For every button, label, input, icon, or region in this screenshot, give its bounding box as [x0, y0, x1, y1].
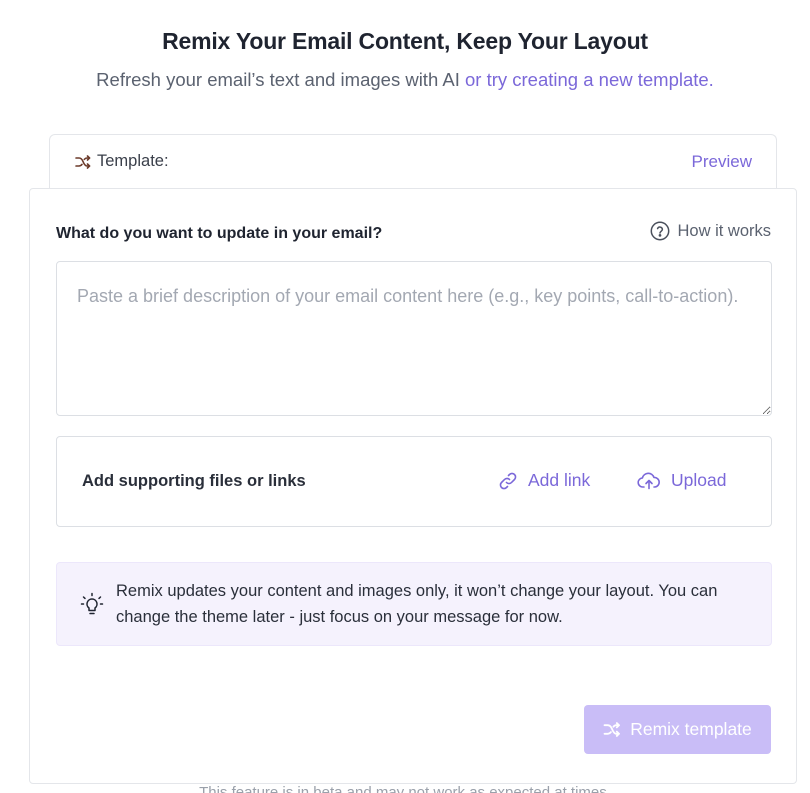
- supporting-files-label: Add supporting files or links: [82, 472, 306, 490]
- info-notice: Remix updates your content and images on…: [56, 562, 772, 646]
- add-link-button[interactable]: Add link: [498, 470, 590, 491]
- info-text: Remix updates your content and images on…: [116, 582, 718, 626]
- remix-template-button[interactable]: Remix template: [584, 705, 771, 754]
- lightbulb-icon: [80, 592, 104, 618]
- footer-note: This feature is in beta and may not work…: [0, 786, 810, 793]
- content-question-label: What do you want to update in your email…: [56, 225, 383, 242]
- page-header: Remix Your Email Content, Keep Your Layo…: [0, 28, 810, 91]
- template-bar: Template: Preview: [49, 134, 777, 190]
- upload-label: Upload: [671, 470, 727, 490]
- remix-template-label: Remix template: [630, 719, 752, 739]
- new-template-link[interactable]: or try creating a new template.: [465, 69, 714, 90]
- link-icon: [498, 471, 518, 491]
- subtitle-text: Refresh your email’s text and images wit…: [96, 69, 465, 90]
- page-subtitle: Refresh your email’s text and images wit…: [0, 69, 810, 91]
- how-it-works-label: How it works: [677, 221, 771, 240]
- cloud-upload-icon: [637, 471, 661, 491]
- help-circle-icon: [650, 221, 670, 241]
- template-label: Template:: [97, 152, 169, 170]
- preview-link[interactable]: Preview: [692, 152, 752, 172]
- how-it-works-link[interactable]: How it works: [650, 221, 771, 241]
- page-title: Remix Your Email Content, Keep Your Layo…: [162, 28, 648, 54]
- upload-button[interactable]: Upload: [637, 470, 726, 491]
- shuffle-icon: [603, 722, 621, 737]
- email-description-input[interactable]: [56, 261, 772, 416]
- template-selector: Template:: [75, 152, 169, 171]
- supporting-files-panel: Add supporting files or links Add link U…: [56, 436, 772, 527]
- add-link-label: Add link: [528, 470, 591, 490]
- shuffle-icon: [75, 154, 91, 169]
- remix-form-card: What do you want to update in your email…: [29, 188, 797, 784]
